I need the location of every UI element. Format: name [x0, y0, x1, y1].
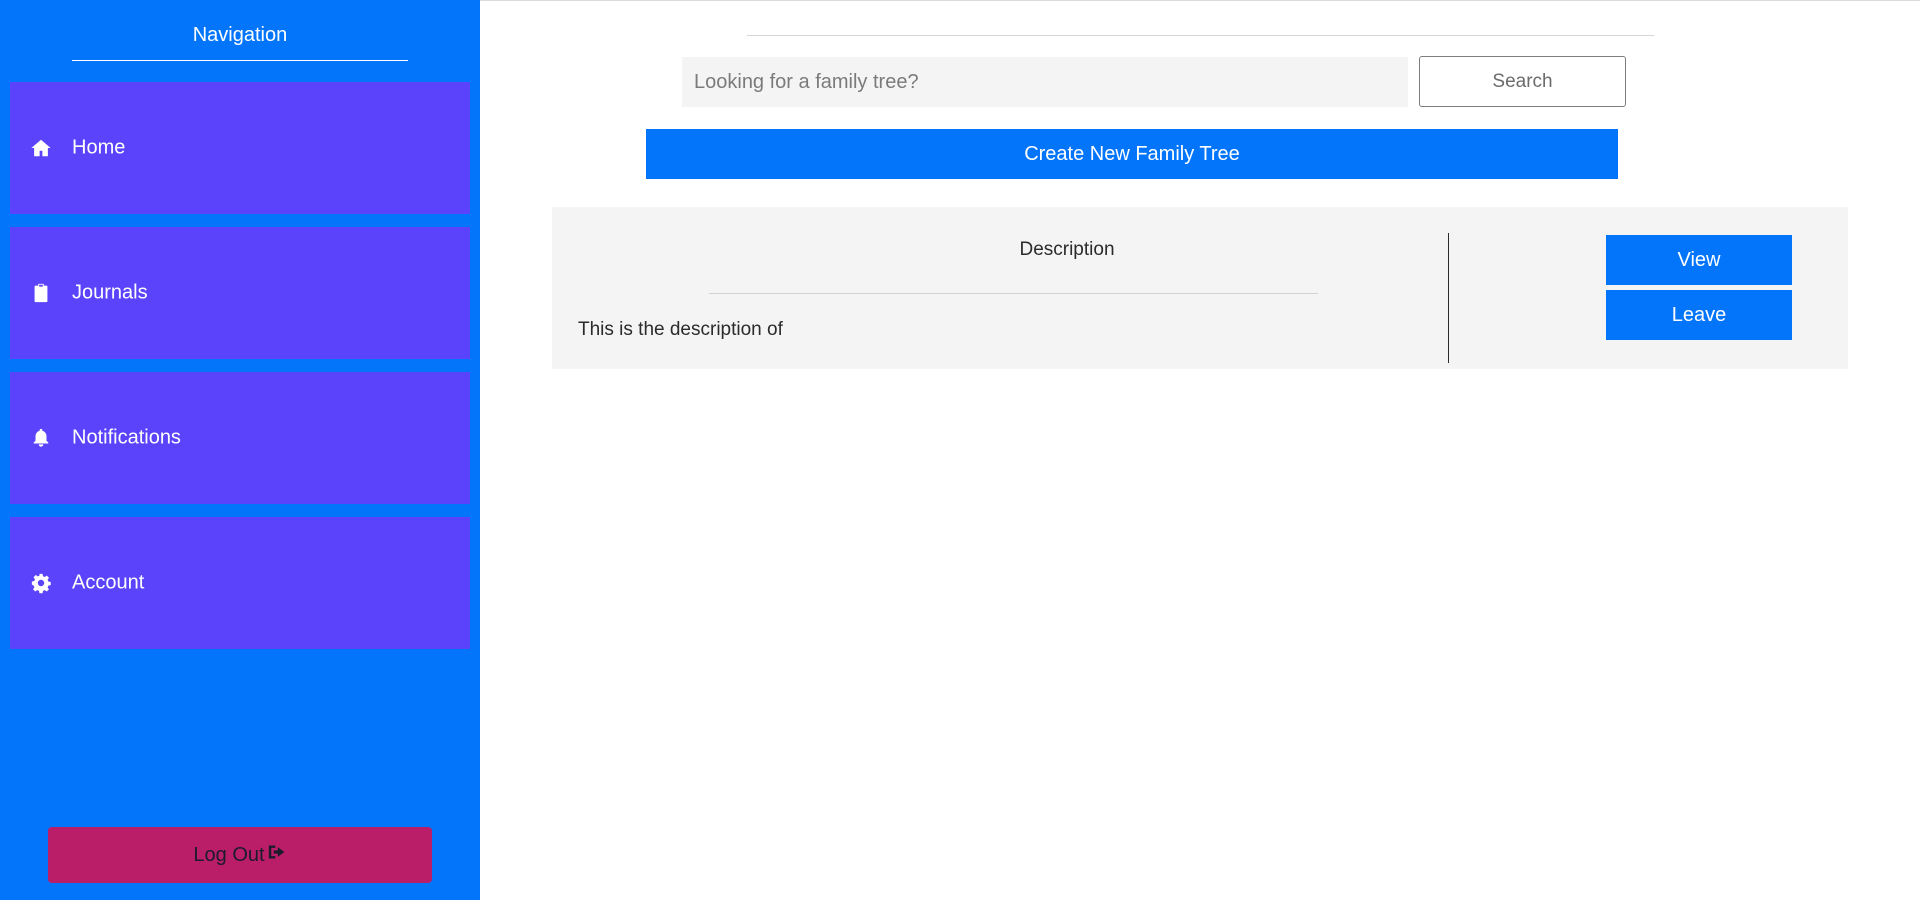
- sidebar-title-divider: [72, 60, 408, 61]
- card-vertical-divider: [1448, 233, 1449, 363]
- sidebar-item-label: Home: [72, 136, 126, 159]
- page: Navigation Home Journals Notifications A: [0, 0, 1920, 900]
- sidebar-item-label: Notifications: [72, 426, 181, 449]
- sidebar-title: Navigation: [192, 24, 288, 46]
- create-family-tree-button[interactable]: Create New Family Tree: [646, 129, 1618, 179]
- card-description: This is the description of: [578, 319, 783, 340]
- home-icon: [30, 137, 52, 159]
- sidebar-item-account[interactable]: Account: [10, 517, 470, 649]
- gear-icon: [30, 572, 52, 594]
- logout-label: Log Out: [193, 843, 265, 866]
- search-input[interactable]: [682, 57, 1408, 107]
- card-heading-divider: [709, 293, 1318, 294]
- top-divider: [480, 0, 1920, 1]
- sidebar-item-label: Journals: [72, 281, 148, 304]
- sidebar-item-label: Account: [72, 571, 145, 594]
- header-divider: [747, 35, 1654, 36]
- sidebar-item-journals[interactable]: Journals: [10, 227, 470, 359]
- view-button[interactable]: View: [1606, 235, 1792, 285]
- sidebar: Navigation Home Journals Notifications A: [0, 0, 480, 900]
- clipboard-icon: [30, 282, 52, 304]
- family-tree-card: Description This is the description of V…: [552, 207, 1848, 369]
- sidebar-item-notifications[interactable]: Notifications: [10, 372, 470, 504]
- logout-button[interactable]: Log Out: [48, 827, 432, 883]
- search-button[interactable]: Search: [1419, 56, 1626, 107]
- bell-icon: [30, 427, 52, 449]
- leave-button[interactable]: Leave: [1606, 290, 1792, 340]
- sidebar-item-home[interactable]: Home: [10, 82, 470, 214]
- sign-out-icon: [265, 843, 287, 867]
- card-heading: Description: [1019, 239, 1115, 260]
